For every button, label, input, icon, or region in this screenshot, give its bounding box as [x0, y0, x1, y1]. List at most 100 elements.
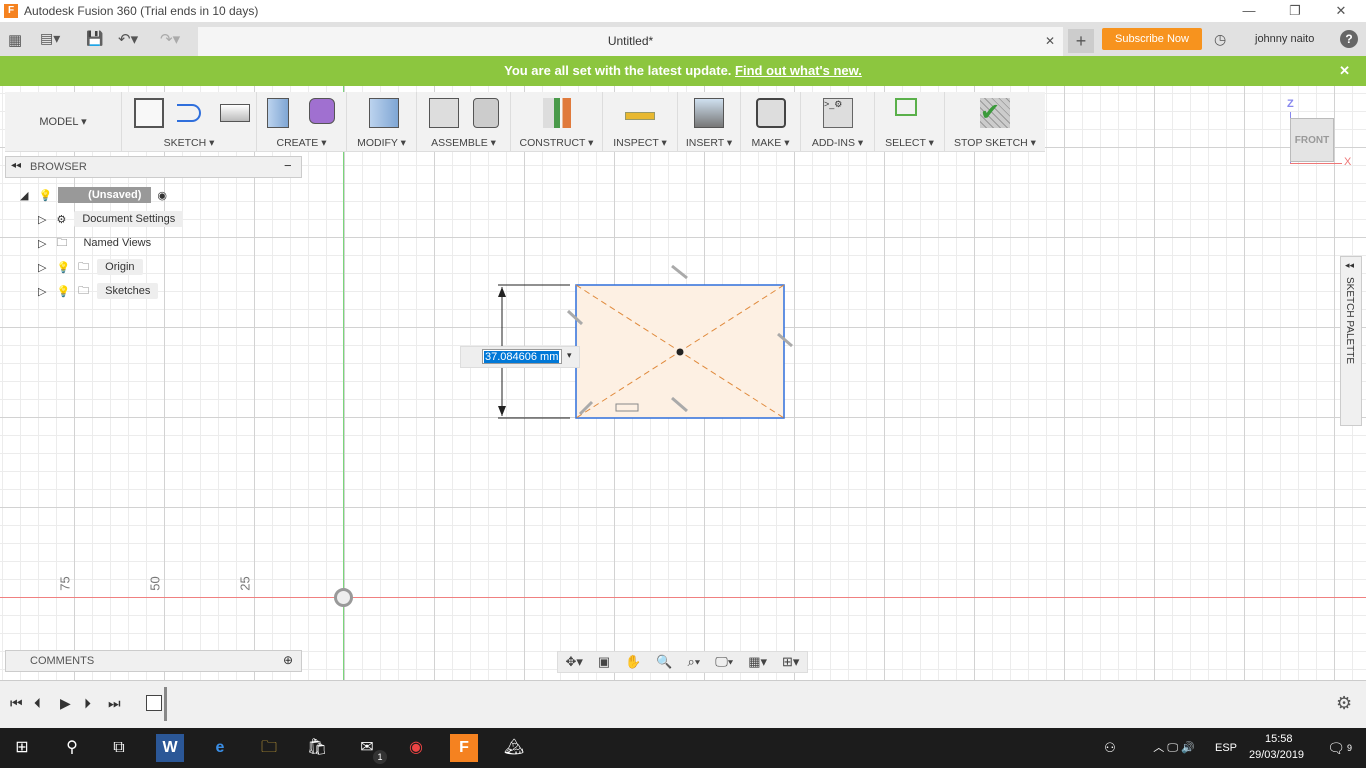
insert-menu[interactable]: INSERT ▾ — [678, 92, 741, 152]
viewports-icon[interactable]: ⊞▾ — [782, 654, 799, 670]
file-menu-icon[interactable]: ▤▾ — [40, 30, 60, 47]
people-icon[interactable]: ⚇ — [1096, 734, 1124, 762]
minimize-button[interactable]: — — [1226, 0, 1272, 22]
user-name[interactable]: johnny naito — [1255, 33, 1314, 45]
sketch-palette-title: SKETCH PALETTE — [1344, 277, 1355, 365]
lightbulb-icon: 💡 — [56, 285, 71, 298]
play-icon[interactable]: ▶ — [60, 695, 71, 712]
system-tray-icons[interactable]: ︿ 🖵 🔊 — [1134, 734, 1214, 762]
browser-root[interactable]: ◢ 💡 (Unsaved) ◉ — [20, 186, 167, 204]
next-frame-icon[interactable]: ⏵ — [84, 695, 91, 712]
store-icon[interactable]: 🛍 — [303, 734, 331, 762]
fusion-360-icon[interactable]: F — [450, 734, 478, 762]
workspace-switcher[interactable]: MODEL ▾ — [5, 92, 122, 152]
add-ins-menu[interactable]: >_⚙ ADD-INS ▾ — [801, 92, 875, 152]
look-at-icon[interactable]: ▣ — [598, 654, 610, 670]
sketch-rectangle[interactable] — [490, 256, 800, 426]
origin-point-icon[interactable] — [334, 588, 353, 607]
search-icon[interactable]: ⚲ — [58, 734, 86, 762]
dropdown-arrow-icon[interactable]: ▾ — [567, 350, 572, 361]
close-banner-icon[interactable]: ✕ — [1339, 56, 1350, 86]
fit-icon[interactable]: ⌕▾ — [688, 654, 701, 670]
stop-sketch-button[interactable]: ✔ STOP SKETCH ▾ — [945, 92, 1045, 152]
photos-icon[interactable]: 🏔 — [500, 734, 528, 762]
add-comment-icon[interactable]: ⊕ — [283, 653, 293, 667]
browser-item-origin[interactable]: ▷ 💡 🗀 Origin — [38, 258, 143, 276]
sketch-palette-tab[interactable]: ◂◂ SKETCH PALETTE — [1340, 256, 1362, 426]
construct-menu[interactable]: CONSTRUCT ▾ — [511, 92, 603, 152]
display-settings-icon[interactable]: 🖵▾ — [715, 654, 733, 670]
inspect-menu[interactable]: INSPECT ▾ — [603, 92, 678, 152]
activate-icon[interactable]: ◉ — [157, 189, 167, 202]
extrude-icon — [267, 98, 289, 128]
stop-sketch-icon: ✔ — [980, 98, 1010, 128]
job-status-icon[interactable]: ◷ — [1214, 31, 1226, 48]
line-icon — [177, 104, 201, 122]
pan-icon[interactable]: ✋ — [625, 654, 641, 670]
lightbulb-icon: 💡 — [56, 261, 71, 274]
close-window-button[interactable]: ✕ — [1318, 0, 1364, 22]
folder-icon: 🗀 — [78, 284, 90, 297]
help-icon[interactable]: ? — [1340, 30, 1358, 48]
restore-button[interactable]: ❐ — [1272, 0, 1318, 22]
first-frame-icon[interactable]: ⏮ — [10, 695, 23, 712]
create-menu[interactable]: CREATE ▾ — [257, 92, 347, 152]
select-menu[interactable]: SELECT ▾ — [875, 92, 945, 152]
timeline: ⏮ ⏴ ▶ ⏵ ⏭ ⚙ — [0, 680, 1366, 728]
assemble-menu[interactable]: ASSEMBLE ▾ — [417, 92, 511, 152]
new-tab-button[interactable]: + — [1068, 29, 1094, 53]
chrome-icon[interactable]: ◉ — [402, 734, 430, 762]
update-banner: You are all set with the latest update. … — [0, 56, 1366, 86]
edge-icon[interactable]: e — [206, 734, 234, 762]
last-frame-icon[interactable]: ⏭ — [108, 695, 121, 712]
grid-settings-icon[interactable]: ▦▾ — [748, 654, 767, 670]
apps-grid-icon[interactable]: ▦ — [8, 31, 22, 49]
mail-icon[interactable]: ✉ 1 — [353, 734, 387, 764]
sketch-timeline-item[interactable] — [146, 695, 162, 711]
redo-icon[interactable]: ↷▾ — [160, 30, 180, 48]
task-view-icon[interactable]: ⧉ — [105, 734, 133, 762]
viewcube-z-label: Z — [1287, 98, 1294, 110]
browser-item-named-views[interactable]: ▷ 🗀 Named Views — [38, 234, 159, 252]
notifications-icon[interactable]: 🗨 9 — [1322, 734, 1352, 762]
make-menu[interactable]: MAKE ▾ — [741, 92, 801, 152]
undo-icon[interactable]: ↶▾ — [118, 30, 138, 48]
modify-menu[interactable]: MODIFY ▾ — [347, 92, 417, 152]
close-tab-icon[interactable]: ✕ — [1045, 27, 1055, 56]
minimize-panel-icon[interactable]: − — [284, 158, 292, 173]
insert-image-icon — [694, 98, 724, 128]
start-icon[interactable]: ⊞ — [8, 734, 36, 762]
language-indicator[interactable]: ESP — [1215, 742, 1237, 754]
zoom-icon[interactable]: 🔍 — [656, 654, 672, 670]
select-icon — [895, 98, 917, 116]
clock-time[interactable]: 15:58 — [1265, 733, 1293, 745]
offset-plane-icon — [543, 98, 571, 128]
collapse-icon[interactable]: ◂◂ — [11, 160, 21, 171]
browser-item-sketches[interactable]: ▷ 💡 🗀 Sketches — [38, 282, 159, 300]
timeline-settings-icon[interactable]: ⚙ — [1336, 693, 1352, 714]
whats-new-link[interactable]: Find out what's new. — [735, 63, 862, 78]
word-icon[interactable]: W — [156, 734, 184, 762]
orbit-icon[interactable]: ✥▾ — [565, 654, 582, 670]
comments-title: COMMENTS — [30, 655, 95, 667]
axis-label-25: 25 — [237, 576, 253, 591]
viewcube-front-face[interactable]: FRONT — [1290, 118, 1334, 162]
previous-frame-icon[interactable]: ⏴ — [34, 695, 41, 712]
file-explorer-icon[interactable]: 🗀 — [255, 734, 283, 762]
clock-date[interactable]: 29/03/2019 — [1249, 749, 1304, 761]
browser-title: BROWSER — [30, 161, 87, 173]
comments-panel[interactable]: COMMENTS ⊕ — [5, 650, 302, 672]
tab-untitled[interactable]: Untitled* ✕ — [198, 27, 1063, 56]
sketch-menu[interactable]: SKETCH ▾ — [122, 92, 257, 152]
fusion-logo-icon: F — [4, 4, 18, 18]
dimension-input[interactable]: 37.084606 mm — [484, 351, 560, 363]
joint-icon — [473, 98, 499, 128]
3d-print-icon — [756, 98, 786, 128]
lightbulb-icon: 💡 — [38, 189, 53, 202]
timeline-marker[interactable] — [164, 687, 167, 721]
form-icon — [309, 98, 335, 124]
save-icon[interactable]: 💾 — [86, 30, 103, 47]
subscribe-now-button[interactable]: Subscribe Now — [1102, 28, 1202, 50]
browser-item-document-settings[interactable]: ▷ ⚙ Document Settings — [38, 210, 184, 228]
browser-panel-header[interactable]: ◂◂ BROWSER − — [5, 156, 302, 178]
